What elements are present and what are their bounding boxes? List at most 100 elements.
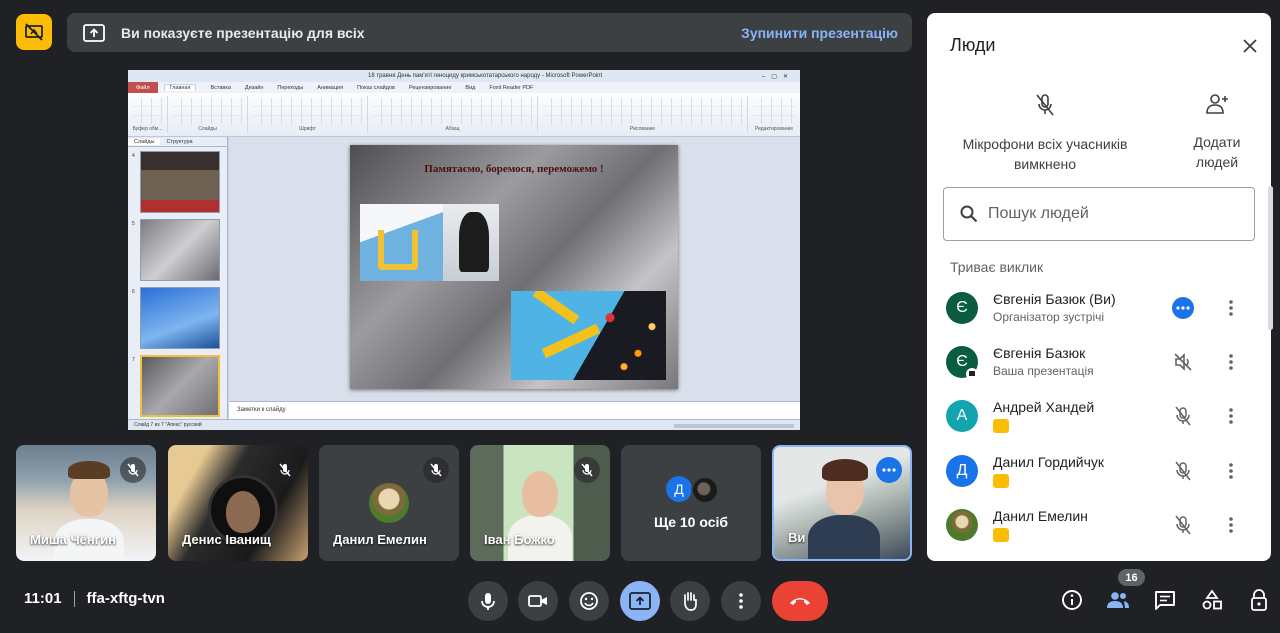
- emoji-icon: [580, 592, 598, 610]
- search-input[interactable]: [988, 205, 1238, 223]
- mute-all-button[interactable]: Мікрофони всіх учасників вимкнено: [955, 93, 1135, 174]
- reactions-button[interactable]: [569, 581, 609, 621]
- more-participants-label: Ще 10 осіб: [653, 514, 729, 530]
- more-vert-icon[interactable]: [1221, 348, 1241, 376]
- participant-name: Данил Гордийчук: [993, 454, 1105, 470]
- ppt-tab: Показ слайдов: [357, 84, 395, 91]
- slides-panel: Слайды Структура 4 5 6 7: [128, 137, 228, 419]
- stop-present-icon: [25, 23, 43, 41]
- add-people-label: Додати людей: [1193, 134, 1241, 170]
- camera-icon: [528, 595, 547, 607]
- slide-thumb: 5: [132, 219, 224, 281]
- panel-scrollbar[interactable]: [1268, 186, 1273, 330]
- host-controls-button[interactable]: [1246, 586, 1274, 614]
- participant-name: Ви: [788, 530, 806, 545]
- add-people-button[interactable]: Додати людей: [1179, 93, 1255, 172]
- slide-title: Памятаємо, боремося, переможемо !: [424, 163, 604, 175]
- participant-row[interactable]: Є Євгенія Базюк Ваша презентація: [927, 335, 1267, 389]
- avatar-initial: Д: [666, 476, 692, 502]
- panel-title: Люди: [950, 35, 996, 55]
- mic-off-icon: [423, 457, 449, 483]
- presenting-icon: [966, 368, 978, 380]
- meeting-details-button[interactable]: [1058, 586, 1086, 614]
- more-vert-icon[interactable]: [1221, 294, 1241, 322]
- present-badge-icon: [993, 474, 1009, 488]
- present-screen-icon: [629, 592, 651, 610]
- mute-all-label: Мікрофони всіх учасників вимкнено: [962, 136, 1128, 172]
- search-field[interactable]: [943, 187, 1255, 241]
- mic-off-icon[interactable]: [1169, 511, 1197, 539]
- more-vert-icon[interactable]: [1221, 511, 1241, 539]
- mic-off-icon: [272, 457, 298, 483]
- outline-tab: Структура: [166, 138, 193, 145]
- hangup-icon: [790, 598, 810, 605]
- ribbon-group: Рисование: [538, 96, 748, 132]
- more-vert-icon: [739, 593, 743, 609]
- chat-button[interactable]: [1151, 586, 1179, 614]
- avatar: Д: [946, 455, 978, 487]
- ppt-tab: Foxit Reader PDF: [489, 84, 534, 91]
- hand-icon: [684, 592, 697, 611]
- presenting-badge[interactable]: [16, 14, 52, 50]
- more-options-button[interactable]: [721, 581, 761, 621]
- participant-name: Іван Божко: [484, 532, 555, 547]
- slide-thumb-selected: 7: [132, 355, 224, 417]
- avatar: А: [946, 400, 978, 432]
- stop-presenting-button[interactable]: Зупинити презентацію: [741, 25, 898, 41]
- more-vert-icon[interactable]: [1221, 402, 1241, 430]
- ppt-tab: Вставка: [210, 84, 231, 91]
- more-vert-icon[interactable]: [1221, 457, 1241, 485]
- participant-tile[interactable]: Денис Іванищ: [168, 445, 308, 561]
- ppt-ribbon-tabs: Файл Главная Вставка Дизайн Переходы Ани…: [128, 82, 800, 93]
- volume-off-icon[interactable]: [1169, 348, 1197, 376]
- ppt-tab-file: Файл: [128, 82, 158, 93]
- avatar: [691, 476, 719, 504]
- slides-panel-tabs: Слайды Структура: [128, 137, 227, 147]
- participant-tile[interactable]: Миша Чёнгин: [16, 445, 156, 561]
- activities-icon: [1202, 589, 1222, 610]
- ppt-tab: Рецензирование: [408, 84, 452, 91]
- shared-screen: 18 травня День пам'яті геноциду кримсько…: [128, 70, 800, 430]
- participant-row[interactable]: А Андрей Хандей: [927, 389, 1267, 443]
- participant-row[interactable]: Данил Емелин: [927, 498, 1267, 552]
- person-add-icon: [1206, 94, 1228, 114]
- people-icon: [1107, 592, 1129, 608]
- ribbon-group: Слайды: [168, 96, 248, 132]
- close-icon[interactable]: [1239, 35, 1261, 57]
- ppt-tab: Вид: [465, 84, 476, 91]
- participant-tile[interactable]: Іван Божко: [470, 445, 610, 561]
- zoom-slider: [674, 424, 794, 428]
- mic-button[interactable]: [468, 581, 508, 621]
- present-screen-icon: [83, 23, 105, 42]
- slide-thumb: 6: [132, 287, 224, 349]
- banner-text: Ви показуєте презентацію для всіх: [121, 24, 365, 41]
- more-options-icon[interactable]: [1169, 294, 1197, 322]
- presenting-banner: Ви показуєте презентацію для всіх Зупини…: [67, 13, 912, 52]
- participant-tile[interactable]: Данил Емелин: [319, 445, 459, 561]
- participant-name: Євгенія Базюк: [993, 345, 1086, 361]
- camera-button[interactable]: [518, 581, 558, 621]
- slide-image-flag-statue: [360, 204, 499, 281]
- participant-name: Данил Емелин: [333, 532, 427, 547]
- people-button[interactable]: [1104, 586, 1132, 614]
- raise-hand-button[interactable]: [670, 581, 710, 621]
- participant-role: Організатор зустрічі: [993, 310, 1105, 324]
- slides-tab: Слайды: [128, 138, 161, 145]
- self-tile[interactable]: Ви: [772, 445, 912, 561]
- leave-call-button[interactable]: [772, 581, 828, 621]
- present-button[interactable]: [620, 581, 660, 621]
- ppt-tab: Анимация: [317, 84, 344, 91]
- mic-off-icon[interactable]: [1169, 402, 1197, 430]
- ribbon-group: Буфер обм...: [128, 96, 168, 132]
- ppt-title-bar: 18 травня День пам'яті геноциду кримсько…: [128, 70, 800, 82]
- activities-button[interactable]: [1198, 586, 1226, 614]
- more-participants-avatars: Д: [666, 476, 720, 504]
- mic-off-icon[interactable]: [1169, 457, 1197, 485]
- participant-row[interactable]: Д Данил Гордийчук: [927, 444, 1267, 498]
- participant-name: Данил Емелин: [993, 508, 1088, 524]
- participant-row[interactable]: Є Євгенія Базюк (Ви) Організатор зустріч…: [927, 281, 1267, 335]
- participant-avatar: [369, 483, 409, 523]
- current-slide: Памятаємо, боремося, переможемо !: [350, 145, 678, 389]
- ppt-window-title: 18 травня День пам'яті геноциду кримсько…: [368, 73, 603, 79]
- more-options-icon[interactable]: [876, 457, 902, 483]
